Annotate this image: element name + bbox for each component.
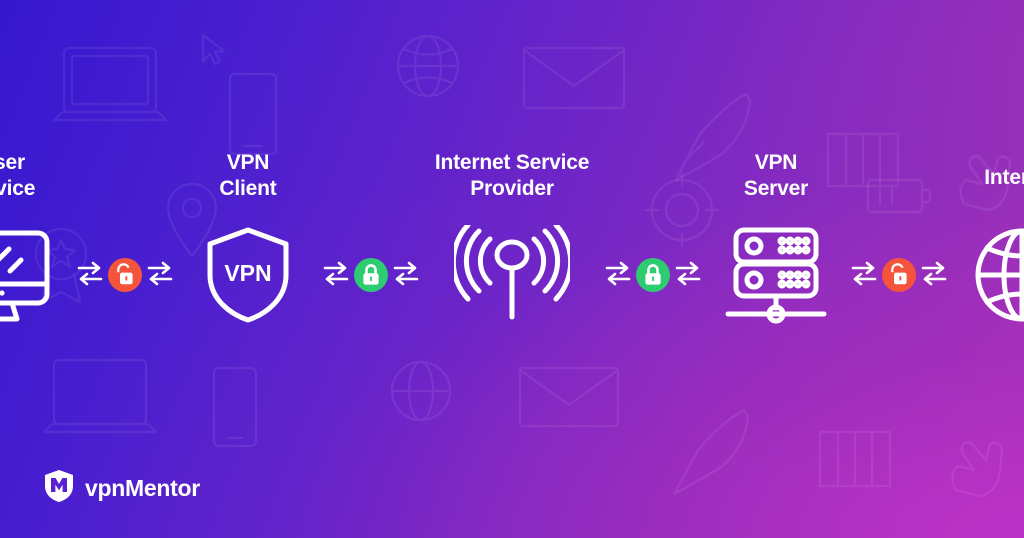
arrow-pair-icon <box>675 258 701 293</box>
vpnmentor-logo[interactable]: vpnMentor <box>44 469 200 508</box>
infographic-canvas: UserDevice <box>0 0 1024 538</box>
wifi-antenna-icon <box>454 220 570 330</box>
arrow-pair-icon <box>851 258 877 293</box>
arrow-pair-icon <box>605 258 631 293</box>
watermark-cursor-icon <box>196 30 230 70</box>
server-icon <box>722 220 830 330</box>
lock-badge-unlocked-1 <box>108 258 142 292</box>
arrow-pair-icon <box>921 258 947 293</box>
lock-badge-locked-1 <box>354 258 388 292</box>
watermark-envelope-icon-2 <box>514 358 624 434</box>
flow-connector-link-device-client <box>77 220 173 330</box>
lock-badge-locked-2 <box>636 258 670 292</box>
arrow-pair-icon <box>77 258 103 293</box>
lock-badge-unlocked-2 <box>882 258 916 292</box>
flow-node-user-device: UserDevice <box>0 150 77 330</box>
arrow-pair-icon <box>323 258 349 293</box>
node-label-vpn-client: VPN Client <box>219 151 277 201</box>
flow-connector-link-server-internet <box>851 220 947 330</box>
node-label-isp: Internet Service Provider <box>434 151 590 201</box>
shield-vpn-icon: VPN <box>202 220 294 330</box>
node-label-user-device: UserDevice <box>0 151 36 201</box>
monitor-icon <box>0 220 55 330</box>
flow-node-internet: Internet <box>947 150 1024 330</box>
globe-icon <box>973 220 1024 330</box>
watermark-envelope-icon <box>518 38 630 116</box>
flow-node-vpn-client: VPN Client VPN <box>173 150 323 330</box>
watermark-rocket-icon-2 <box>662 400 758 506</box>
flow-node-isp: Internet Service Provider <box>419 150 605 330</box>
unlock-icon <box>891 263 907 285</box>
flow-connector-link-isp-server <box>605 220 701 330</box>
arrow-pair-icon <box>147 258 173 293</box>
watermark-globe-icon-2 <box>386 356 456 426</box>
arrow-pair-icon <box>393 258 419 293</box>
watermark-building-icon-2 <box>812 418 898 494</box>
brand-name: vpnMentor <box>85 475 200 501</box>
node-label-vpn-server: VPN Server <box>743 151 809 201</box>
flow-node-vpn-server: VPN Server <box>701 150 851 330</box>
watermark-laptop-icon <box>40 38 180 138</box>
flow-connector-link-client-isp <box>323 220 419 330</box>
lock-icon <box>645 264 661 285</box>
node-label-internet: Internet <box>984 165 1024 189</box>
watermark-laptop-icon-2 <box>30 350 170 450</box>
watermark-globe-icon <box>392 30 464 102</box>
shield-vpn-label: VPN <box>224 260 271 286</box>
unlock-icon <box>117 263 133 285</box>
watermark-hand-icon-2 <box>944 426 1014 504</box>
shield-m-logo-icon <box>44 469 74 508</box>
lock-icon <box>363 264 379 285</box>
vpn-flow-diagram: UserDevice <box>0 150 1024 330</box>
watermark-mobile-icon <box>206 362 264 454</box>
